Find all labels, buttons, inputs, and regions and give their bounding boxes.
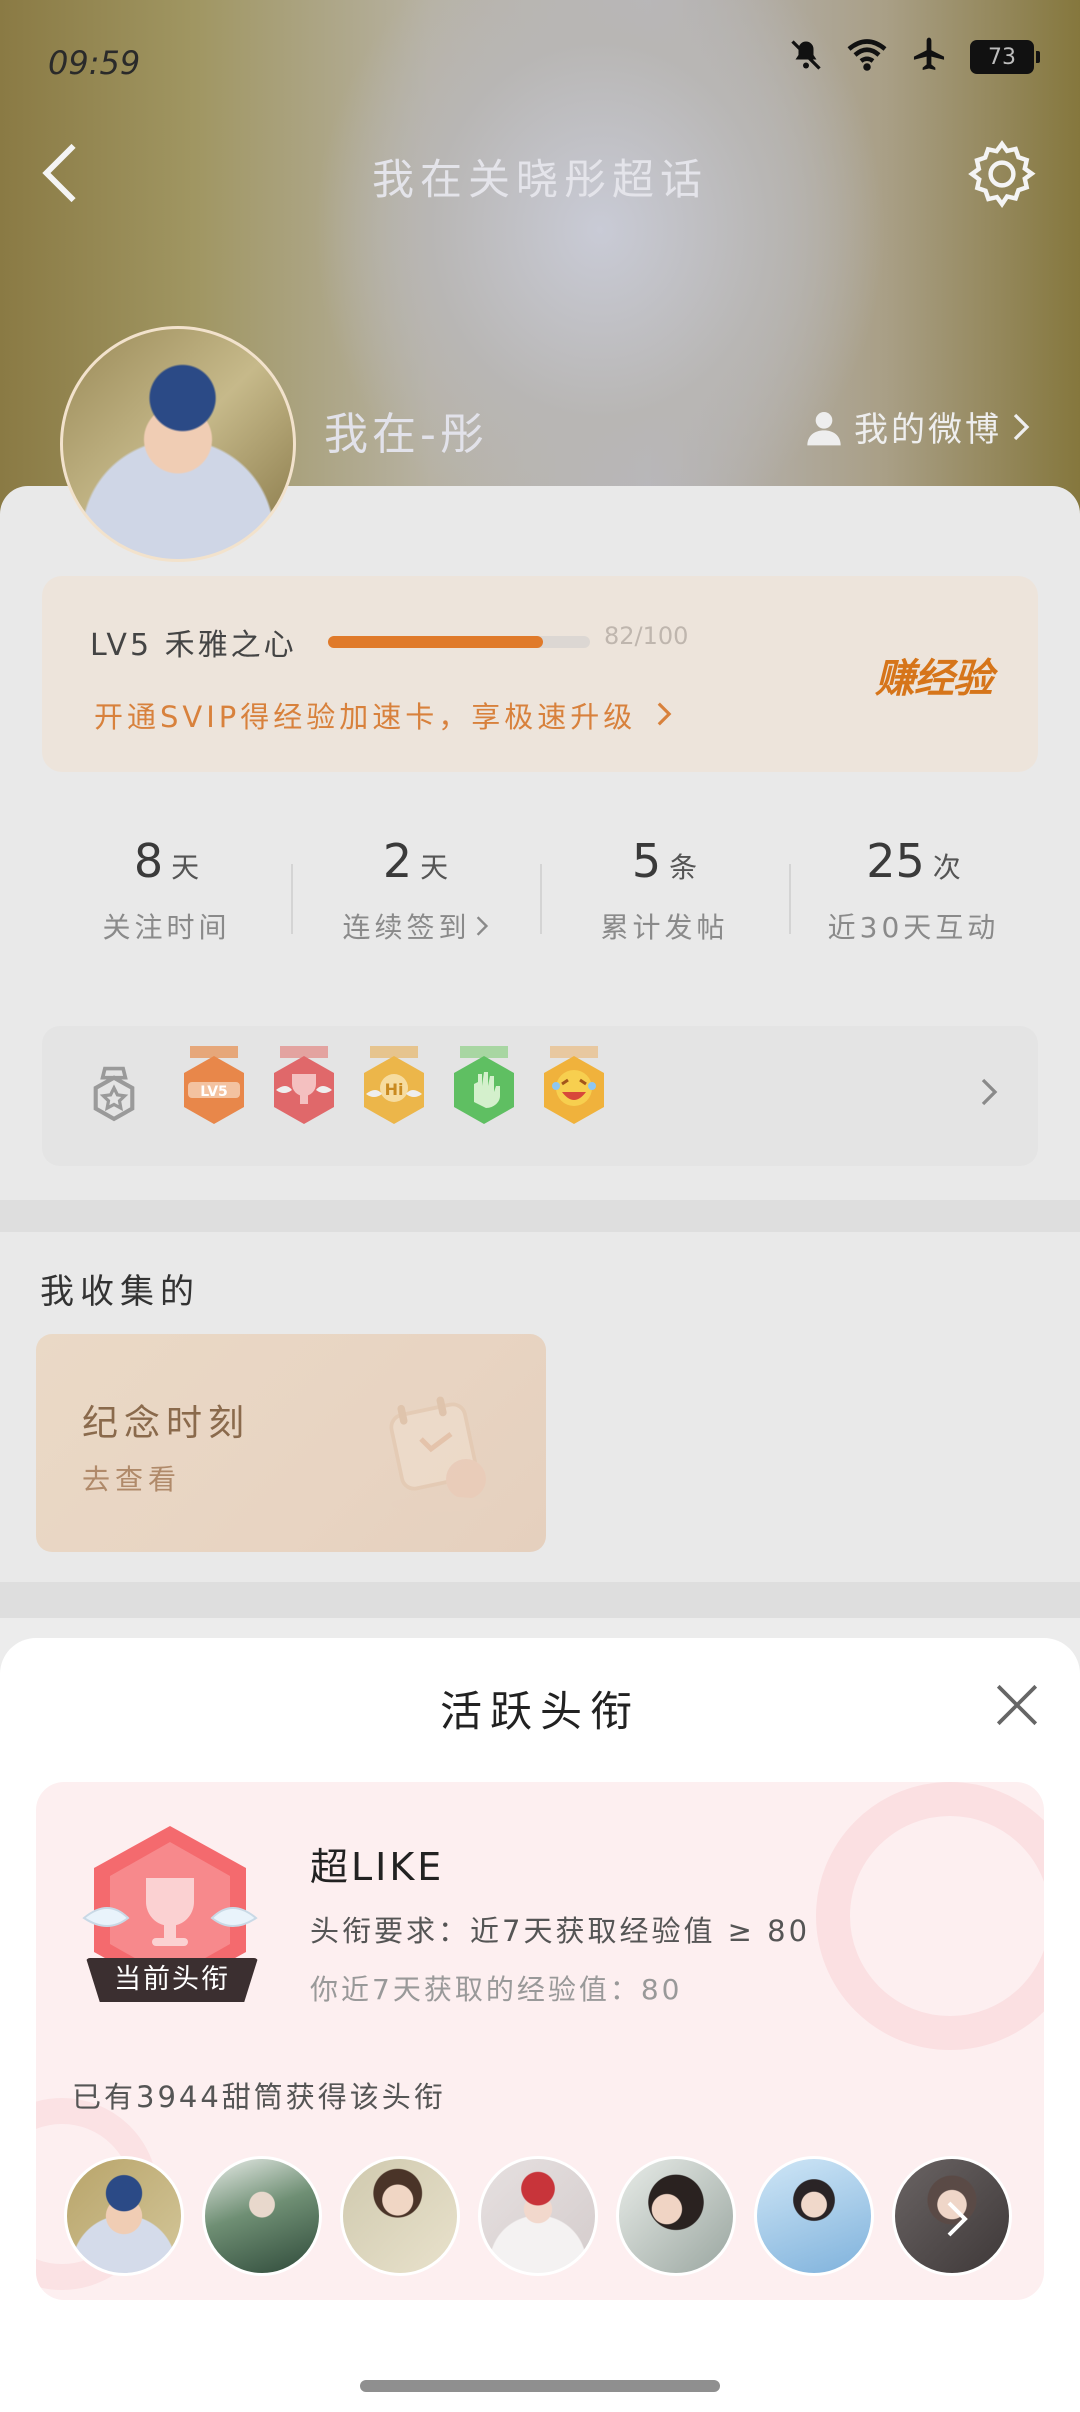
username: 我在-彤 — [324, 409, 488, 460]
status-icons: 73 — [788, 36, 1040, 78]
stat-unit: 天 — [171, 851, 200, 884]
my-weibo-link[interactable]: 我的微博 — [804, 402, 1030, 451]
collections-section: 我收集的 纪念时刻 去查看 — [0, 1232, 1080, 1582]
chevron-right-icon — [657, 702, 671, 726]
super-topic-profile-page: 09:59 73 我在关晓彤超话 我在-彤 我的微博 LV5 禾雅之心 82/1… — [0, 0, 1080, 2412]
svip-promo-text: 开通SVIP得经验加速卡，享极速升级 — [94, 700, 637, 734]
holder-avatar[interactable] — [892, 2156, 1012, 2276]
current-title-tag: 当前头衔 — [86, 1958, 258, 2002]
lv5-badge-icon: LV5 — [178, 1046, 250, 1132]
memory-card-title: 纪念时刻 — [82, 1403, 251, 1444]
collections-title: 我收集的 — [40, 1272, 200, 1312]
hand-badge-icon — [448, 1046, 520, 1132]
stat-label-text: 连续签到 — [342, 911, 471, 944]
close-icon — [996, 1684, 1038, 1726]
holder-avatar[interactable] — [616, 2156, 736, 2276]
holder-avatar[interactable] — [754, 2156, 874, 2276]
stat-value: 8 — [133, 834, 164, 888]
memory-card-link: 去查看 — [82, 1463, 182, 1496]
stat-label: 近30天互动 — [827, 911, 1000, 944]
sheet-title: 活跃头衔 — [439, 1687, 640, 1736]
stat-unit: 条 — [669, 851, 698, 884]
stat-value: 25 — [866, 834, 925, 888]
close-button[interactable] — [992, 1680, 1042, 1730]
profile-content: LV5 禾雅之心 82/100 开通SVIP得经验加速卡，享极速升级 赚经验 8… — [0, 486, 1080, 1206]
active-title-sheet: 活跃头衔 当前头衔 超LIKE 头衔要求：近7天获取经验值 ≥ 80 你近7天获… — [0, 1638, 1080, 2412]
chevron-right-icon — [947, 2201, 968, 2237]
chevron-right-icon — [980, 1076, 998, 1112]
level-label: LV5 禾雅之心 — [90, 628, 297, 663]
section-divider — [0, 1582, 1080, 1618]
holders-avatars — [64, 2156, 1024, 2280]
battery-indicator: 73 — [970, 40, 1040, 74]
level-card[interactable]: LV5 禾雅之心 82/100 开通SVIP得经验加速卡，享极速升级 赚经验 — [42, 576, 1038, 772]
holder-avatar[interactable] — [340, 2156, 460, 2276]
airplane-icon — [910, 36, 948, 78]
page-title: 我在关晓彤超话 — [371, 155, 708, 204]
title-detail-card: 当前头衔 超LIKE 头衔要求：近7天获取经验值 ≥ 80 你近7天获取的经验值… — [36, 1782, 1044, 2300]
stat-follow-days: 8天 关注时间 — [42, 834, 291, 964]
medal-wall-icon — [86, 1064, 142, 1132]
title-requirement: 头衔要求：近7天获取经验值 ≥ 80 — [310, 1914, 811, 1948]
chevron-right-icon — [1013, 413, 1030, 440]
stat-unit: 次 — [932, 851, 961, 884]
earn-exp-button[interactable]: 赚经验 — [875, 646, 993, 704]
settings-button[interactable] — [964, 136, 1040, 212]
stat-posts: 5条 累计发帖 — [540, 834, 789, 964]
laugh-badge-icon — [538, 1046, 610, 1132]
mute-icon — [788, 37, 824, 77]
calendar-gift-icon — [366, 1374, 516, 1524]
level-progress-text: 82/100 — [604, 622, 689, 650]
section-divider — [0, 1200, 1080, 1232]
stat-unit: 天 — [420, 851, 449, 884]
stats-row: 8天 关注时间 2天 连续签到 5条 累计发帖 25 次 近30天互动 — [42, 834, 1038, 964]
user-avatar[interactable] — [60, 326, 296, 562]
hi-badge-icon: Hi — [358, 1046, 430, 1132]
my-exp-value: 你近7天获取的经验值：80 — [310, 1973, 683, 2006]
stat-label: 累计发帖 — [600, 911, 729, 944]
svip-promo-link[interactable]: 开通SVIP得经验加速卡，享极速升级 — [94, 694, 672, 736]
badges-row[interactable]: LV5 Hi — [42, 1026, 1038, 1166]
memory-moments-card[interactable]: 纪念时刻 去查看 — [36, 1334, 546, 1552]
status-time: 09:59 — [48, 44, 141, 82]
home-indicator[interactable] — [360, 2380, 720, 2392]
stat-value: 5 — [631, 834, 662, 888]
stat-interactions: 25 次 近30天互动 — [789, 834, 1038, 964]
holder-avatar[interactable] — [64, 2156, 184, 2276]
stat-label: 关注时间 — [102, 911, 231, 944]
level-progress-fill — [328, 636, 543, 648]
my-weibo-label: 我的微博 — [854, 410, 1002, 450]
svg-text:LV5: LV5 — [200, 1084, 228, 1100]
gear-icon — [968, 140, 1036, 208]
chevron-right-icon — [476, 916, 488, 936]
title-name: 超LIKE — [310, 1845, 445, 1889]
holders-count: 已有3944甜筒获得该头衔 — [72, 2080, 446, 2114]
person-icon — [807, 411, 841, 445]
stat-label: 连续签到 — [291, 906, 540, 946]
stat-value: 2 — [382, 834, 413, 888]
decorative-ring — [816, 1782, 1044, 2050]
svg-text:Hi: Hi — [385, 1080, 404, 1099]
wifi-icon — [846, 37, 888, 77]
trophy-badge-icon — [268, 1046, 340, 1132]
level-progress-bar — [328, 636, 590, 648]
holder-avatar[interactable] — [202, 2156, 322, 2276]
holder-avatar[interactable] — [478, 2156, 598, 2276]
stat-checkin-days[interactable]: 2天 连续签到 — [291, 834, 540, 964]
